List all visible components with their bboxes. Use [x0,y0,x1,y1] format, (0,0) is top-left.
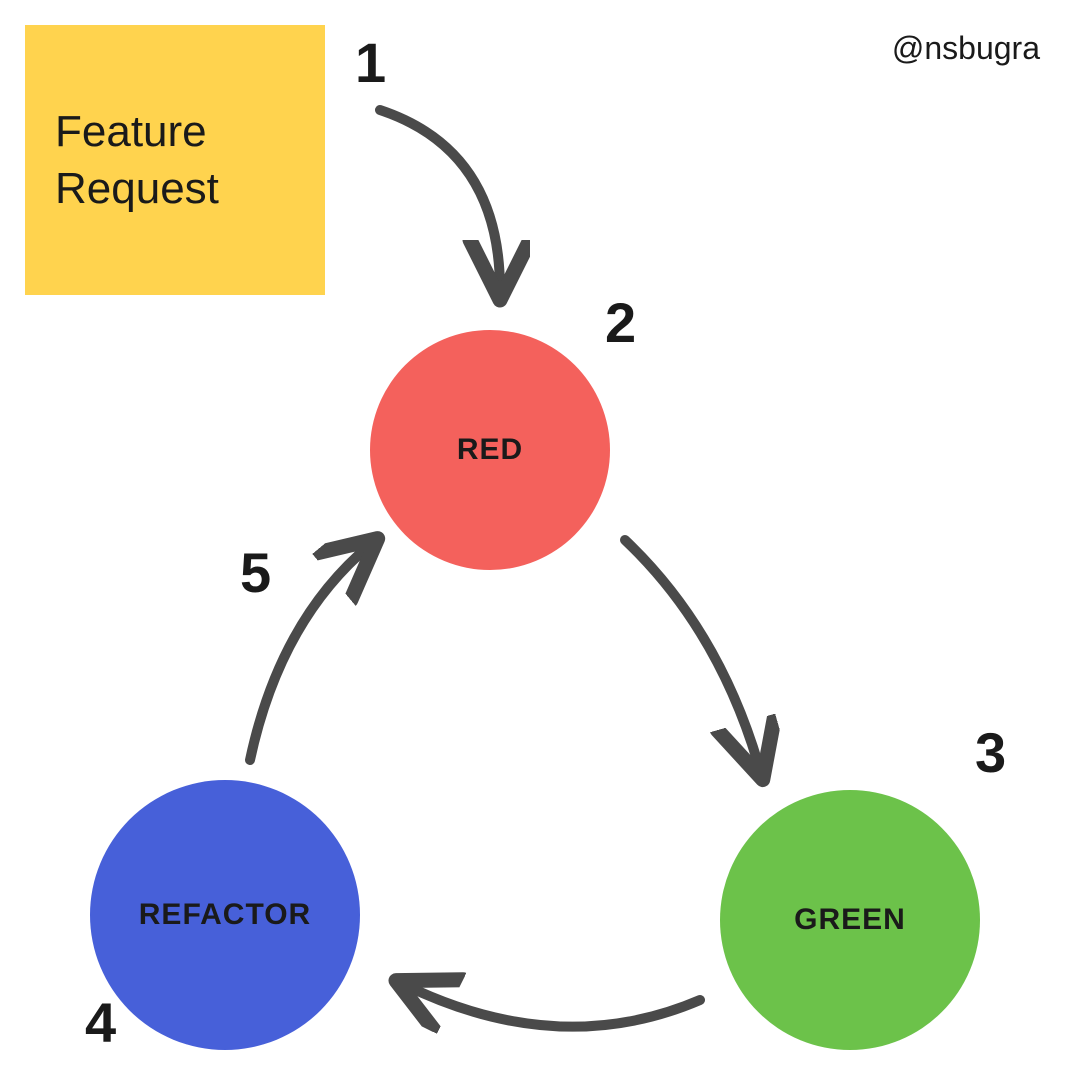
step-number-4: 4 [85,990,116,1055]
arrow-red-to-green [625,540,760,770]
arrow-green-to-refactor [405,985,700,1027]
red-node: RED [370,330,610,570]
refactor-node-label: REFACTOR [139,898,311,932]
feature-request-label: Feature Request [55,103,219,217]
green-node-label: GREEN [794,903,906,937]
step-number-3: 3 [975,720,1006,785]
step-number-5: 5 [240,540,271,605]
feature-request-note: Feature Request [25,25,325,295]
step-number-1: 1 [355,30,386,95]
feature-request-line2: Request [55,164,219,213]
step-number-2: 2 [605,290,636,355]
attribution-text: @nsbugra [892,30,1040,67]
red-node-label: RED [457,433,523,467]
refactor-node: REFACTOR [90,780,360,1050]
feature-request-line1: Feature [55,107,207,156]
arrow-feature-to-red [380,110,500,290]
green-node: GREEN [720,790,980,1050]
